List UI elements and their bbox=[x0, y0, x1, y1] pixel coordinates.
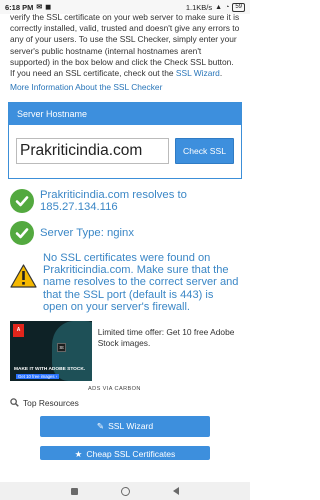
result-warning: No SSL certificates were found on Prakri… bbox=[0, 252, 250, 313]
ssl-wizard-link[interactable]: SSL Wizard bbox=[176, 68, 220, 78]
warning-text: No SSL certificates were found on Prakri… bbox=[43, 252, 239, 313]
adobe-logo-icon: A bbox=[13, 323, 24, 337]
warning-icon bbox=[10, 264, 37, 288]
ad-image-cta: Get 10 free images › bbox=[16, 373, 60, 379]
server-type-text: Server Type: nginx bbox=[40, 227, 134, 240]
intro-paragraph: verify the SSL certificate on your web s… bbox=[0, 12, 250, 79]
more-info-link[interactable]: More Information About the SSL Checker bbox=[0, 79, 250, 92]
result-resolves: Prakriticindia.com resolves to 185.27.13… bbox=[0, 189, 250, 214]
resolves-text: Prakriticindia.com resolves to 185.27.13… bbox=[40, 189, 187, 214]
ad-text[interactable]: Limited time offer: Get 10 free Adobe St… bbox=[98, 321, 240, 381]
back-icon[interactable] bbox=[172, 487, 179, 495]
status-time: 6:18 PM bbox=[5, 2, 34, 12]
intro-end: . bbox=[219, 68, 223, 79]
system-nav-bar bbox=[0, 482, 250, 500]
notification-icon: ✉ bbox=[36, 4, 43, 11]
ad-image[interactable]: A St MAKE IT WITH ADOBE STOCK. Get 10 fr… bbox=[10, 320, 92, 381]
certificate-icon: ★ bbox=[74, 448, 83, 459]
check-icon bbox=[10, 221, 34, 246]
wand-icon: ✎ bbox=[96, 420, 105, 431]
search-icon bbox=[10, 398, 19, 407]
ssl-checker-panel: Server Hostname Prakriticindia.com Check… bbox=[8, 102, 242, 180]
signal-icon: ▲ bbox=[215, 3, 223, 11]
ssl-wizard-button[interactable]: ✎ SSL Wizard bbox=[40, 415, 210, 437]
home-icon[interactable] bbox=[120, 486, 130, 496]
wifi-icon: ◔ bbox=[225, 3, 230, 11]
recent-apps-icon[interactable] bbox=[71, 487, 79, 495]
cheap-ssl-label: Cheap SSL Certificates bbox=[86, 448, 176, 459]
hostname-input[interactable]: Prakriticindia.com bbox=[16, 138, 169, 165]
battery-icon: 59 bbox=[232, 2, 245, 12]
top-resources-label: Top Resources bbox=[23, 397, 79, 408]
carbon-ad[interactable]: A St MAKE IT WITH ADOBE STOCK. Get 10 fr… bbox=[10, 320, 240, 381]
ssl-wizard-label: SSL Wizard bbox=[108, 421, 154, 432]
check-icon bbox=[10, 189, 34, 214]
top-resources-heading: Top Resources bbox=[0, 392, 250, 408]
ad-image-caption: MAKE IT WITH ADOBE STOCK. bbox=[14, 366, 86, 372]
check-ssl-button[interactable]: Check SSL bbox=[175, 138, 234, 165]
notification-icon: ◼ bbox=[45, 4, 52, 11]
network-speed: 1.1KB/s bbox=[185, 2, 213, 12]
panel-header: Server Hostname bbox=[9, 103, 241, 126]
cheap-ssl-button[interactable]: ★ Cheap SSL Certificates bbox=[40, 445, 210, 460]
result-server-type: Server Type: nginx bbox=[0, 221, 250, 246]
stock-badge-icon: St bbox=[57, 342, 66, 352]
